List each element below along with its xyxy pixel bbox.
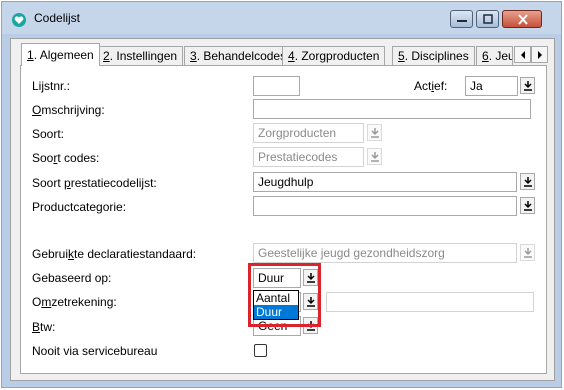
actief-dropdown-button[interactable] <box>520 77 535 94</box>
omschrijving-input[interactable] <box>253 99 531 119</box>
soort-prestatiecodelijst-dropdown-button[interactable] <box>520 173 535 190</box>
soort-dropdown-button <box>367 124 382 141</box>
title-bar[interactable]: Codelijst <box>2 2 561 34</box>
soort-codes-label: Soort codes: <box>32 151 100 165</box>
gebaseerd-op-options-list: Aantal Duur <box>253 290 299 320</box>
soort-codes-dropdown-button <box>367 148 382 165</box>
nooit-via-servicebureau-checkbox[interactable] <box>254 344 267 357</box>
gebaseerd-op-dropdown-button[interactable] <box>303 269 318 286</box>
tab-zorgproducten[interactable]: 4. Zorgproducten <box>282 46 386 65</box>
omschrijving-label: Omschrijving: <box>32 103 105 117</box>
btw-dropdown-button[interactable] <box>303 317 318 334</box>
declaratiestandaard-dropdown-button <box>520 244 535 261</box>
tab-behandelcodes[interactable]: 3. Behandelcodes <box>184 46 293 65</box>
soort-codes-select: Prestatiecodes <box>253 147 364 167</box>
tab-jeugd[interactable]: 6. Jeu <box>476 46 513 65</box>
lijstnr-label: Lijstnr.: <box>32 79 71 93</box>
lijstnr-input[interactable] <box>253 76 300 96</box>
app-heart-icon <box>12 13 26 27</box>
actief-select[interactable]: Ja <box>465 76 518 96</box>
tab-scroll-right-button[interactable] <box>531 46 548 63</box>
soort-prestatiecodelijst-select[interactable]: Jeugdhulp <box>253 172 517 192</box>
gebaseerd-op-select[interactable]: Duur <box>253 268 301 288</box>
productcategorie-label: Productcategorie: <box>32 200 127 214</box>
tab-disciplines[interactable]: 5. Disciplines <box>392 46 475 65</box>
close-button[interactable] <box>502 10 542 28</box>
tab-algemeen[interactable]: 1. Algemeen <box>21 43 100 66</box>
maximize-button[interactable] <box>476 10 499 28</box>
productcategorie-dropdown-button[interactable] <box>520 197 535 214</box>
declaratiestandaard-select: Geestelijke jeugd gezondheidszorg <box>253 243 517 263</box>
option-duur[interactable]: Duur <box>254 305 298 319</box>
omzetrekening-label: Omzetrekening: <box>32 295 117 309</box>
gebaseerd-op-label: Gebaseerd op: <box>32 271 112 285</box>
window-title: Codelijst <box>34 11 81 25</box>
soort-prestatiecodelijst-label: Soort prestatiecodelijst: <box>32 176 157 190</box>
soort-label: Soort: <box>32 127 65 141</box>
omzetrekening-description <box>326 292 534 312</box>
option-aantal[interactable]: Aantal <box>254 291 298 305</box>
declaratiestandaard-label: Gebruikte declaratiestandaard: <box>32 247 197 261</box>
tab-scroll-left-button[interactable] <box>514 46 531 63</box>
productcategorie-select[interactable] <box>253 196 517 216</box>
soort-select: Zorgproducten <box>253 123 364 143</box>
minimize-button[interactable] <box>450 10 473 28</box>
tab-strip: 1. Algemeen 2. Instellingen 3. Behandelc… <box>11 43 556 66</box>
tab-instellingen[interactable]: 2. Instellingen <box>97 46 184 65</box>
btw-label: Btw: <box>32 320 56 334</box>
omzetrekening-dropdown-button[interactable] <box>303 293 318 310</box>
nooit-via-servicebureau-label: Nooit via servicebureau <box>32 344 158 358</box>
actief-label: Actief: <box>414 79 448 93</box>
